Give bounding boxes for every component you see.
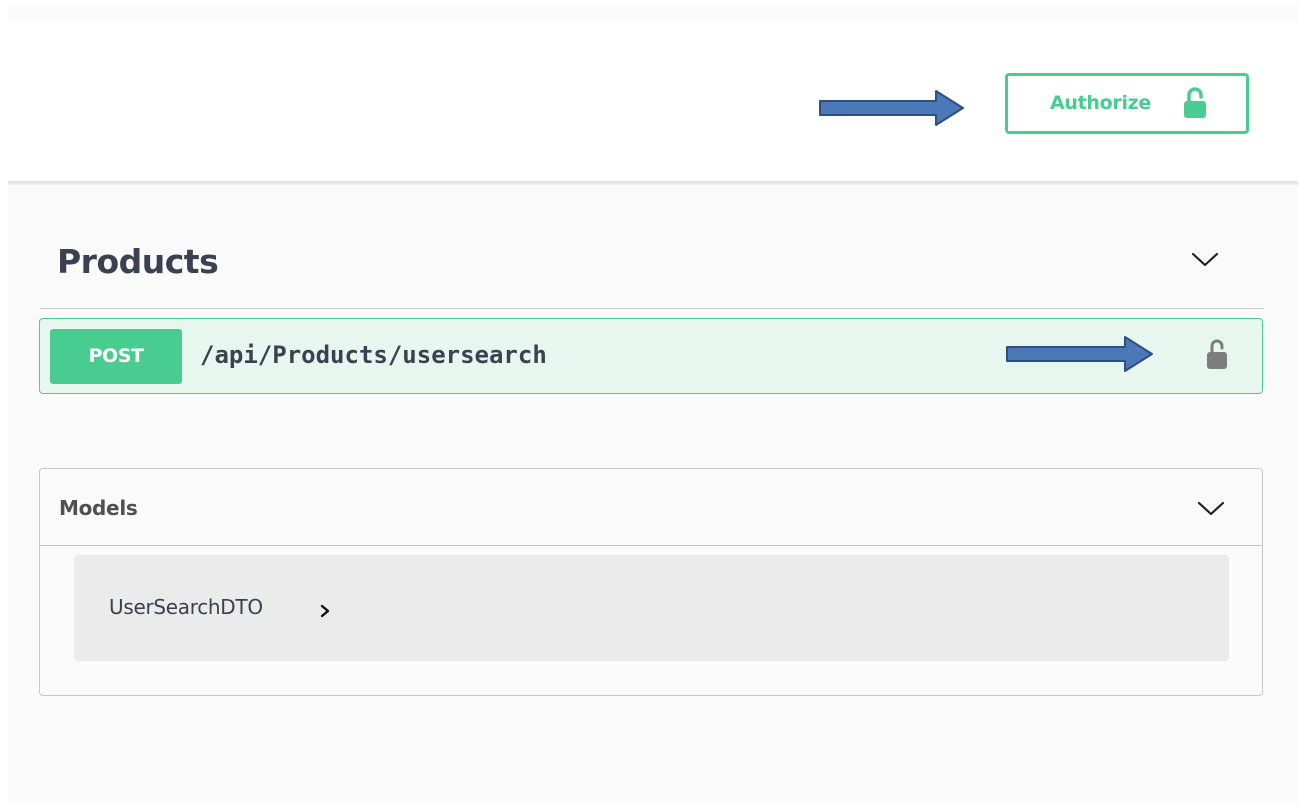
models-section: Models UserSearchDTO [39,468,1263,696]
annotation-arrow-lock [1006,336,1153,372]
unlocked-padlock-icon[interactable] [1205,337,1229,371]
operation-path: /api/Products/usersearch [200,341,547,369]
models-title: Models [59,496,138,520]
swagger-page: Authorize Products POST /api/Products/us… [0,0,1301,807]
annotation-arrow-authorize [819,90,964,126]
section-title-products[interactable]: Products [57,242,219,281]
method-badge: POST [50,329,182,384]
chevron-down-icon[interactable] [1190,250,1220,270]
unlocked-padlock-icon [1184,87,1206,118]
chevron-down-icon[interactable] [1196,499,1226,519]
model-item-usersearchdto[interactable]: UserSearchDTO [74,555,1229,661]
authorize-button[interactable]: Authorize [1005,73,1249,134]
top-strip [8,5,1298,23]
model-name: UserSearchDTO [109,595,263,619]
models-header[interactable]: Models [40,469,1262,546]
authorize-label: Authorize [1050,92,1152,114]
section-divider [40,308,1264,309]
chevron-right-icon[interactable] [318,603,332,619]
